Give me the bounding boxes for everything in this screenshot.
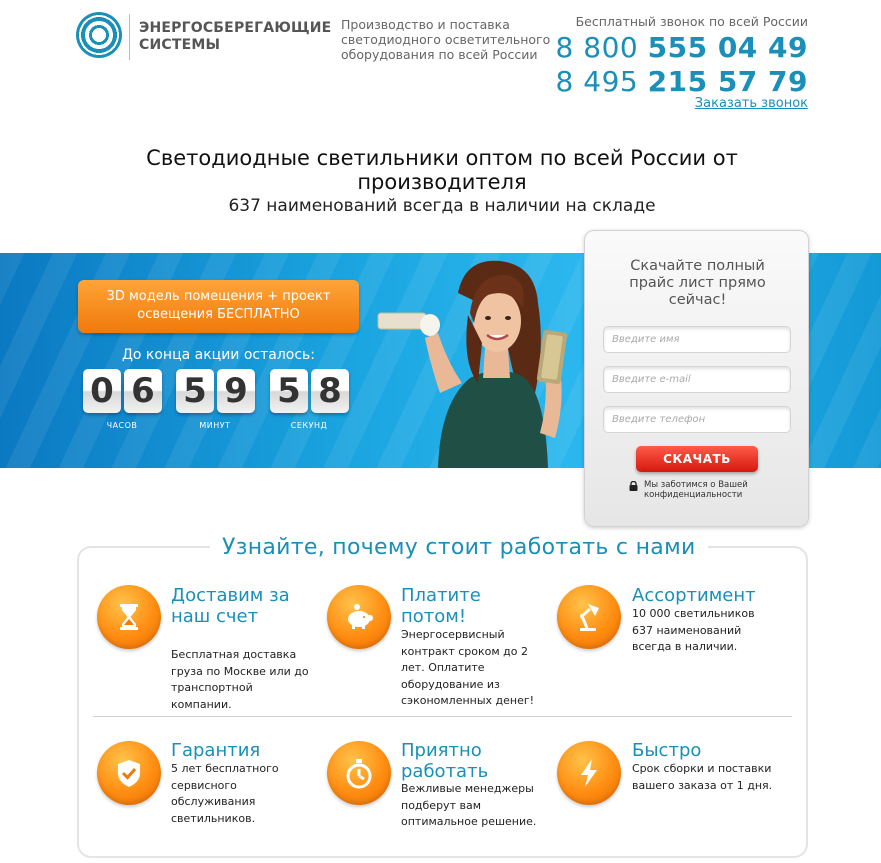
countdown-minutes: 5 9 xyxy=(176,369,255,413)
feature-text-assortment: 10 000 светильников 637 наименований все… xyxy=(632,607,755,653)
countdown-seconds-label: СЕКУНД xyxy=(290,421,328,430)
feature-title-pay-later: Платите потом! xyxy=(401,585,481,627)
countdown-digit: 0 xyxy=(83,369,121,413)
logo-mark-icon xyxy=(76,12,122,58)
feature-text-warranty: 5 лет бесплатного сервисного обслуживани… xyxy=(171,762,279,825)
feature-text-pleasant: Вежливые менеджеры подберут вам оптималь… xyxy=(401,782,537,828)
download-button[interactable]: СКАЧАТЬ xyxy=(636,446,758,472)
feature-title-pleasant: Приятно работать xyxy=(401,740,489,782)
hourglass-icon xyxy=(97,585,161,649)
feature-text-delivery: Бесплатная доставка груза по Москве или … xyxy=(171,648,309,711)
phone-2-main: 215 57 79 xyxy=(647,65,808,98)
promo-offer-button[interactable]: 3D модель помещения + проект освещения Б… xyxy=(78,280,359,333)
countdown-seconds: 5 8 xyxy=(270,369,349,413)
countdown-digit: 5 xyxy=(270,369,308,413)
logo-divider xyxy=(129,14,130,60)
countdown-hours: 0 6 xyxy=(83,369,162,413)
phone-block: Бесплатный звонок по всей России 8 800 5… xyxy=(556,14,808,99)
piggy-bank-icon xyxy=(327,585,391,649)
countdown-minutes-label: МИНУТ xyxy=(199,421,231,430)
stopwatch-icon xyxy=(327,741,391,805)
company-tagline: Производство и поставка светодиодного ос… xyxy=(341,17,551,62)
lock-icon xyxy=(629,481,638,491)
form-title: Скачайте полный прайс лист прямо сейчас! xyxy=(585,258,810,309)
page-headline: Светодиодные светильники оптом по всей Р… xyxy=(146,146,738,194)
phone-1-main: 555 04 49 xyxy=(647,31,808,64)
phone-2-prefix: 8 495 xyxy=(555,65,639,98)
form-title-text: Скачайте полный прайс лист прямо сейчас! xyxy=(629,258,766,308)
features-title: Узнайте, почему стоит работать с нами xyxy=(210,535,708,560)
features-divider xyxy=(93,716,792,717)
countdown-digit: 8 xyxy=(311,369,349,413)
countdown-label: До конца акции осталось: xyxy=(121,347,316,363)
logo[interactable]: ЭНЕРГОСБЕРЕГАЮЩИЕ СИСТЕМЫ xyxy=(76,12,332,62)
phone-number-1[interactable]: 8 800 555 04 49 xyxy=(556,31,808,65)
feature-text-fast: Срок сборки и поставки вашего заказа от … xyxy=(632,762,773,792)
email-field[interactable] xyxy=(603,366,791,393)
lightning-icon xyxy=(557,741,621,805)
name-field[interactable] xyxy=(603,326,791,353)
phone-number-2[interactable]: 8 495 215 57 79 xyxy=(556,65,808,99)
page-subheadline: 637 наименований всегда в наличии на скл… xyxy=(228,196,656,216)
countdown-hours-label: ЧАСОВ xyxy=(106,421,138,430)
privacy-note: Мы заботимся о Вашей конфиденциальности xyxy=(629,480,799,500)
price-list-form: Скачайте полный прайс лист прямо сейчас!… xyxy=(584,230,809,527)
shield-check-icon xyxy=(97,741,161,805)
feature-title-warranty: Гарантия xyxy=(171,740,261,761)
countdown-digit: 6 xyxy=(124,369,162,413)
phone-field[interactable] xyxy=(603,406,791,433)
logo-text: ЭНЕРГОСБЕРЕГАЮЩИЕ СИСТЕМЫ xyxy=(139,20,332,53)
feature-title-assortment: Ассортимент xyxy=(632,585,756,606)
privacy-text: Мы заботимся о Вашей конфиденциальности xyxy=(644,480,748,500)
feature-text-pay-later: Энергосервисный контракт сроком до 2 лет… xyxy=(401,628,535,707)
request-callback-link[interactable]: Заказать звонок xyxy=(695,96,808,111)
desk-lamp-icon xyxy=(557,585,621,649)
feature-title-fast: Быстро xyxy=(632,740,702,761)
countdown-digit: 9 xyxy=(217,369,255,413)
woman-with-lamp-image xyxy=(370,253,585,468)
countdown-digit: 5 xyxy=(176,369,214,413)
phone-note: Бесплатный звонок по всей России xyxy=(575,14,808,29)
phone-1-prefix: 8 800 xyxy=(555,31,639,64)
feature-title-delivery: Доставим за наш счет xyxy=(171,585,290,627)
